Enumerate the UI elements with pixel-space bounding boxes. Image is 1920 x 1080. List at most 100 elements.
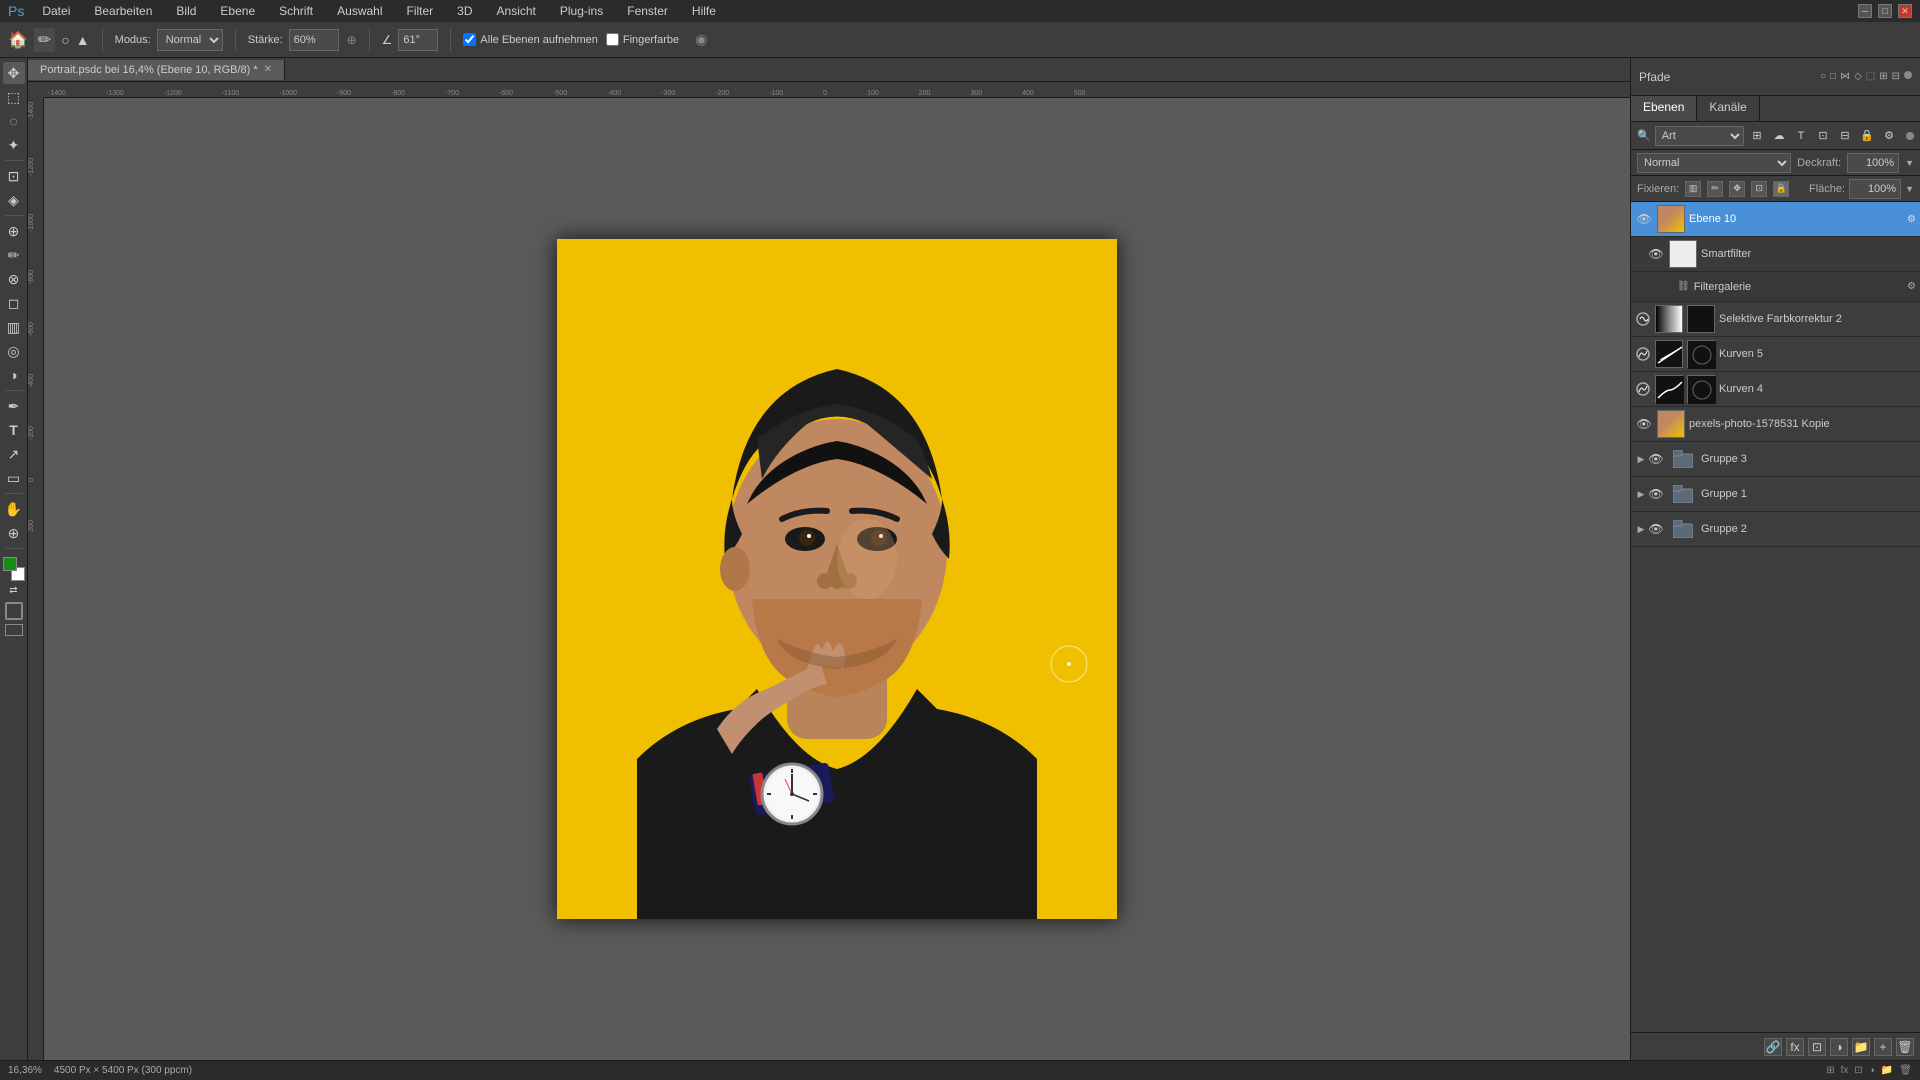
paths-icon-6[interactable]: ⊞ xyxy=(1879,71,1887,82)
paths-icon-2[interactable]: □ xyxy=(1830,71,1836,82)
layer-group2-visibility[interactable]: 👁 xyxy=(1647,520,1665,538)
shape-tool[interactable]: ▭ xyxy=(3,467,25,489)
move-tool[interactable]: ✥ xyxy=(3,62,25,84)
brush-tool-icon[interactable]: ✏ xyxy=(34,28,55,52)
layer-photo-copy[interactable]: 👁 pexels-photo-1578531 Kopie xyxy=(1631,407,1920,442)
group3-expand[interactable]: ▶ xyxy=(1635,453,1647,465)
maximize-button[interactable]: □ xyxy=(1878,4,1892,18)
group2-expand[interactable]: ▶ xyxy=(1635,523,1647,535)
foreground-color-swatch[interactable] xyxy=(3,557,17,571)
layer-icon-btn-4[interactable]: ⊡ xyxy=(1814,127,1832,145)
paths-icon-5[interactable]: ⬚ xyxy=(1866,71,1875,82)
menu-plugins[interactable]: Plug-ins xyxy=(554,4,609,18)
opacity-input[interactable] xyxy=(1847,153,1899,173)
layers-tab[interactable]: Ebenen xyxy=(1631,96,1697,121)
new-group-btn[interactable]: 📁 xyxy=(1852,1038,1870,1056)
paths-icon-1[interactable]: ○ xyxy=(1820,71,1826,82)
adjustment-layer-btn[interactable]: ◑ xyxy=(1830,1038,1848,1056)
rectangular-select-tool[interactable]: ⬚ xyxy=(3,86,25,108)
layer-filtergalerie[interactable]: 👁 ⛓ Filtergalerie ⚙ xyxy=(1631,272,1920,302)
link-layers-btn[interactable]: 🔗 xyxy=(1764,1038,1782,1056)
fill-input[interactable] xyxy=(1849,179,1901,199)
channels-tab[interactable]: Kanäle xyxy=(1697,96,1759,121)
group1-expand[interactable]: ▶ xyxy=(1635,488,1647,500)
menu-filter[interactable]: Filter xyxy=(401,4,440,18)
paths-icon-4[interactable]: ◇ xyxy=(1854,71,1862,82)
brush-tool[interactable]: ✏ xyxy=(3,244,25,266)
layer-smartfilter[interactable]: 👁 Smartfilter xyxy=(1631,237,1920,272)
layer-type-select[interactable]: Art xyxy=(1655,126,1744,146)
dodge-tool[interactable]: ◑ xyxy=(3,364,25,386)
layer-group1[interactable]: ▶ 👁 Gruppe 1 xyxy=(1631,477,1920,512)
eyedropper-tool[interactable]: ◈ xyxy=(3,189,25,211)
layer-ebene10-visibility[interactable]: 👁 xyxy=(1635,210,1653,228)
layer-selective-color2[interactable]: Selektive Farbkorrektur 2 xyxy=(1631,302,1920,337)
pen-tool[interactable]: ✒ xyxy=(3,395,25,417)
layer-icon-btn-1[interactable]: ⊞ xyxy=(1748,127,1766,145)
add-mask-btn[interactable]: ⊡ xyxy=(1808,1038,1826,1056)
sharpen-tool-icon[interactable]: ▲ xyxy=(76,32,90,48)
menu-auswahl[interactable]: Auswahl xyxy=(331,4,388,18)
gradient-tool[interactable]: ▥ xyxy=(3,316,25,338)
menu-schrift[interactable]: Schrift xyxy=(273,4,319,18)
sample-all-checkbox[interactable] xyxy=(463,33,476,46)
delete-layer-btn[interactable]: 🗑 xyxy=(1896,1038,1914,1056)
paths-icon-3[interactable]: ⋈ xyxy=(1840,71,1850,82)
layer-ebene10-options[interactable]: ⚙ xyxy=(1907,214,1916,225)
layer-group3[interactable]: ▶ 👁 Gruppe 3 xyxy=(1631,442,1920,477)
layer-icon-btn-6[interactable]: 🔒 xyxy=(1858,127,1876,145)
home-icon[interactable]: 🏠 xyxy=(8,30,28,50)
menu-ebene[interactable]: Ebene xyxy=(214,4,261,18)
hand-tool[interactable]: ✋ xyxy=(3,498,25,520)
crop-tool[interactable]: ⊡ xyxy=(3,165,25,187)
menu-fenster[interactable]: Fenster xyxy=(621,4,674,18)
quick-mask-icon[interactable] xyxy=(5,602,23,620)
menu-datei[interactable]: Datei xyxy=(36,4,76,18)
healing-brush-tool[interactable]: ⊕ xyxy=(3,220,25,242)
layer-group3-visibility[interactable]: 👁 xyxy=(1647,450,1665,468)
lock-transparent-btn[interactable]: ▥ xyxy=(1685,181,1701,197)
text-tool[interactable]: T xyxy=(3,419,25,441)
lock-image-btn[interactable]: ✏ xyxy=(1707,181,1723,197)
strength-input[interactable] xyxy=(289,29,339,51)
layer-filtergalerie-options[interactable]: ⚙ xyxy=(1907,281,1916,292)
menu-bearbeiten[interactable]: Bearbeiten xyxy=(88,4,158,18)
layer-icon-btn-2[interactable]: ☁ xyxy=(1770,127,1788,145)
smudge-tool-icon[interactable]: ○ xyxy=(61,32,69,48)
zoom-tool[interactable]: ⊕ xyxy=(3,522,25,544)
layer-icon-btn-3[interactable]: T xyxy=(1792,127,1810,145)
layer-smartfilter-visibility[interactable]: 👁 xyxy=(1647,245,1665,263)
new-layer-btn[interactable]: + xyxy=(1874,1038,1892,1056)
angle-input[interactable] xyxy=(398,29,438,51)
lasso-tool[interactable]: ◌ xyxy=(3,110,25,132)
lock-artboard-btn[interactable]: ⊡ xyxy=(1751,181,1767,197)
layer-group2[interactable]: ▶ 👁 Gruppe 2 xyxy=(1631,512,1920,547)
path-select-tool[interactable]: ↗ xyxy=(3,443,25,465)
layer-style-btn[interactable]: fx xyxy=(1786,1038,1804,1056)
minimize-button[interactable]: ─ xyxy=(1858,4,1872,18)
layer-curves5[interactable]: Kurven 5 xyxy=(1631,337,1920,372)
canvas-viewport[interactable] xyxy=(44,98,1630,1060)
layer-group1-visibility[interactable]: 👁 xyxy=(1647,485,1665,503)
screen-mode-icon[interactable] xyxy=(5,624,23,636)
eraser-tool[interactable]: ◻ xyxy=(3,292,25,314)
close-tab-icon[interactable]: ✕ xyxy=(264,64,272,75)
lock-all-btn[interactable]: 🔒 xyxy=(1773,181,1789,197)
layer-icon-btn-7[interactable]: ⚙ xyxy=(1880,127,1898,145)
layer-curves4[interactable]: Kurven 4 xyxy=(1631,372,1920,407)
layer-icon-btn-5[interactable]: ⊟ xyxy=(1836,127,1854,145)
stamp-tool[interactable]: ⊗ xyxy=(3,268,25,290)
close-button[interactable]: ✕ xyxy=(1898,4,1912,18)
magic-wand-tool[interactable]: ✦ xyxy=(3,134,25,156)
menu-ansicht[interactable]: Ansicht xyxy=(491,4,542,18)
swap-colors-icon[interactable]: ⇄ xyxy=(9,585,17,596)
blend-mode-select[interactable]: Normal xyxy=(1637,153,1791,173)
menu-3d[interactable]: 3D xyxy=(451,4,478,18)
mode-select[interactable]: Normal xyxy=(157,29,223,51)
menu-hilfe[interactable]: Hilfe xyxy=(686,4,722,18)
menu-bild[interactable]: Bild xyxy=(170,4,202,18)
layer-photo-copy-visibility[interactable]: 👁 xyxy=(1635,415,1653,433)
blur-tool[interactable]: ◎ xyxy=(3,340,25,362)
fingercolor-checkbox[interactable] xyxy=(606,33,619,46)
lock-position-btn[interactable]: ✥ xyxy=(1729,181,1745,197)
